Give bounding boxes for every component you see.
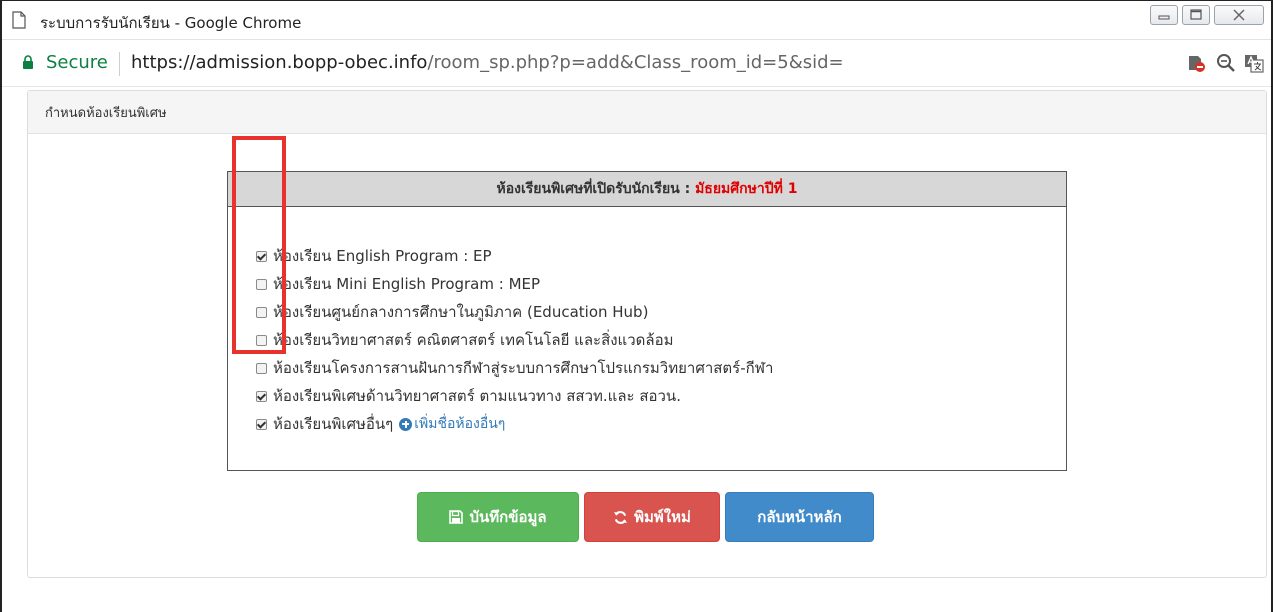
option-label: ห้องเรียนศูนย์กลางการศึกษาในภูมิภาค (Edu… [273, 303, 649, 321]
refresh-icon [614, 510, 628, 524]
blocked-content-icon[interactable] [1186, 53, 1206, 73]
url-path: /room_sp.php?p=add&Class_room_id=5&sid= [427, 52, 844, 73]
plus-circle-icon [399, 417, 413, 431]
option-education-hub[interactable]: ห้องเรียนศูนย์กลางการศึกษาในภูมิภาค (Edu… [256, 298, 773, 326]
secure-label: Secure [46, 52, 108, 73]
page-icon [12, 11, 26, 29]
option-label: ห้องเรียนโครงการสานฝันการกีฬาสู่ระบบการศ… [273, 359, 774, 377]
special-room-box: ห้องเรียนพิเศษที่เปิดรับนักเรียน : มัธยม… [227, 171, 1067, 471]
checkbox-sport-science[interactable] [256, 362, 267, 374]
room-options: ห้องเรียน English Program : EP ห้องเรียน… [256, 242, 773, 438]
save-button[interactable]: บันทึกข้อมูล [417, 492, 579, 542]
url-host: admission.bopp-obec.info [195, 52, 428, 73]
grade-level: มัธยมศึกษาปีที่ 1 [695, 181, 798, 197]
box-heading-text: ห้องเรียนพิเศษที่เปิดรับนักเรียน : [496, 181, 696, 197]
option-science-ipst[interactable]: ห้องเรียนพิเศษด้านวิทยาศาสตร์ ตามแนวทาง … [256, 382, 773, 410]
url-text[interactable]: https://admission.bopp-obec.info/room_sp… [131, 52, 844, 73]
home-button[interactable]: กลับหน้าหลัก [725, 492, 874, 542]
option-other[interactable]: ห้องเรียนพิเศษอื่นๆ เพิ่มชื่อห้องอื่นๆ [256, 410, 773, 438]
add-other-room-label: เพิ่มชื่อห้องอื่นๆ [414, 416, 506, 432]
close-button[interactable] [1214, 5, 1264, 25]
address-separator [119, 52, 120, 76]
option-ep[interactable]: ห้องเรียน English Program : EP [256, 242, 773, 270]
reset-label: พิมพ์ใหม่ [634, 508, 691, 526]
url-scheme: https:// [131, 52, 196, 73]
checkbox-other[interactable] [256, 418, 267, 430]
option-sport-science[interactable]: ห้องเรียนโครงการสานฝันการกีฬาสู่ระบบการศ… [256, 354, 773, 382]
address-bar[interactable]: Secure https://admission.bopp-obec.info/… [2, 40, 1271, 87]
translate-icon[interactable] [1244, 53, 1264, 73]
page-content: กำหนดห้องเรียนพิเศษ ห้องเรียนพิเศษที่เปิ… [2, 87, 1271, 612]
option-label: ห้องเรียนพิเศษด้านวิทยาศาสตร์ ตามแนวทาง … [273, 387, 681, 405]
window-title: ระบบการรับนักเรียน - Google Chrome [40, 14, 302, 32]
floppy-disk-icon [449, 510, 464, 524]
checkbox-science-ipst[interactable] [256, 390, 267, 402]
option-mep[interactable]: ห้องเรียน Mini English Program : MEP [256, 270, 773, 298]
panel-title: กำหนดห้องเรียนพิเศษ [45, 106, 167, 121]
option-label: ห้องเรียนพิเศษอื่นๆ [273, 415, 394, 433]
minimize-icon [1158, 15, 1170, 20]
box-heading: ห้องเรียนพิเศษที่เปิดรับนักเรียน : มัธยม… [228, 172, 1066, 207]
panel-header: กำหนดห้องเรียนพิเศษ [28, 91, 1266, 134]
minimize-button[interactable] [1150, 5, 1178, 25]
checkbox-highlight-annotation [232, 136, 286, 354]
reset-button[interactable]: พิมพ์ใหม่ [584, 492, 720, 542]
close-icon [1233, 9, 1245, 21]
add-other-room-link[interactable]: เพิ่มชื่อห้องอื่นๆ [399, 413, 505, 435]
option-science-math-tech[interactable]: ห้องเรียนวิทยาศาสตร์ คณิตศาสตร์ เทคโนโลย… [256, 326, 773, 354]
option-label: ห้องเรียน Mini English Program : MEP [273, 275, 541, 293]
option-label: ห้องเรียน English Program : EP [273, 247, 492, 265]
zoom-icon[interactable] [1216, 53, 1236, 73]
save-label: บันทึกข้อมูล [469, 508, 547, 526]
window-titlebar: ระบบการรับนักเรียน - Google Chrome [2, 1, 1271, 40]
maximize-icon [1190, 9, 1202, 20]
option-label: ห้องเรียนวิทยาศาสตร์ คณิตศาสตร์ เทคโนโลย… [273, 331, 674, 349]
maximize-button[interactable] [1182, 5, 1210, 25]
home-label: กลับหน้าหลัก [757, 508, 842, 526]
lock-icon [23, 55, 33, 69]
